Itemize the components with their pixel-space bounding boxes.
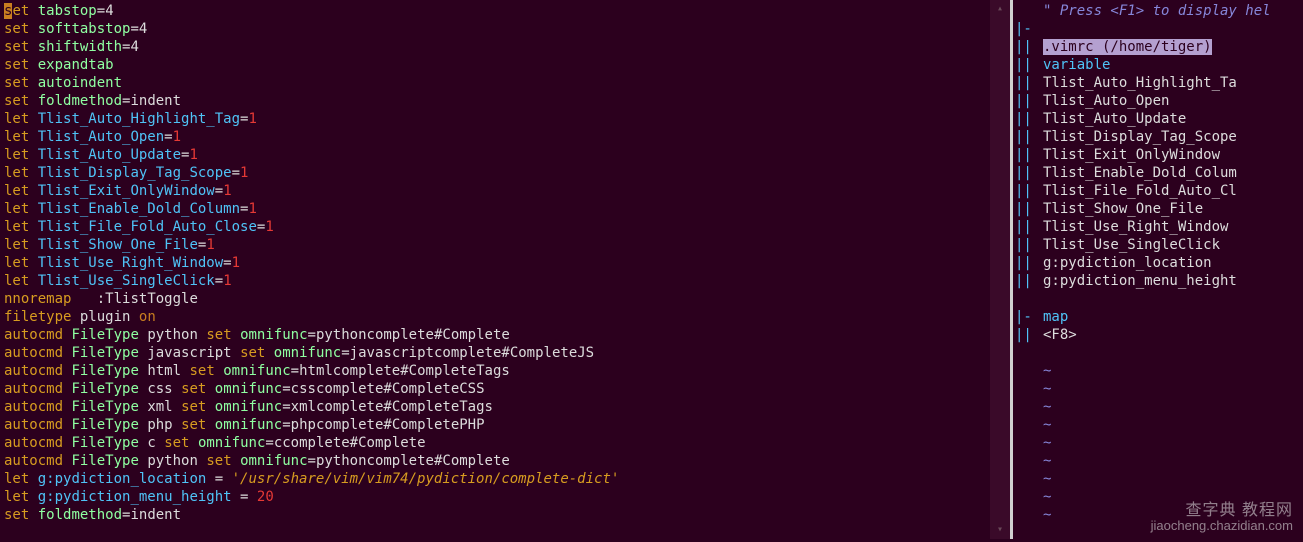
taglist-item[interactable]: Tlist_Exit_OnlyWindow <box>1041 146 1303 164</box>
code-line[interactable]: autocmd FileType html set omnifunc=htmlc… <box>0 362 990 380</box>
fold-marker[interactable]: || <box>1013 56 1041 74</box>
fold-marker[interactable] <box>1013 470 1041 488</box>
code-line[interactable]: autocmd FileType c set omnifunc=ccomplet… <box>0 434 990 452</box>
fold-marker[interactable] <box>1013 290 1041 308</box>
code-line[interactable]: let Tlist_Use_Right_Window=1 <box>0 254 990 272</box>
code-line[interactable]: set foldmethod=indent <box>0 506 990 524</box>
taglist-file-header[interactable]: .vimrc (/home/tiger) <box>1041 38 1303 56</box>
taglist-item[interactable]: Tlist_File_Fold_Auto_Cl <box>1041 182 1303 200</box>
fold-marker[interactable]: || <box>1013 326 1041 344</box>
fold-marker[interactable]: || <box>1013 236 1041 254</box>
code-line[interactable]: let Tlist_File_Fold_Auto_Close=1 <box>0 218 990 236</box>
taglist-item[interactable]: <F8> <box>1041 326 1303 344</box>
fold-marker[interactable] <box>1013 524 1041 542</box>
blank-line <box>1041 20 1303 38</box>
taglist-section-map[interactable]: map <box>1041 308 1303 326</box>
fold-marker[interactable]: || <box>1013 146 1041 164</box>
code-line[interactable]: let Tlist_Exit_OnlyWindow=1 <box>0 182 990 200</box>
fold-marker[interactable] <box>1013 380 1041 398</box>
fold-marker[interactable]: || <box>1013 164 1041 182</box>
fold-marker[interactable]: |- <box>1013 20 1041 38</box>
fold-marker[interactable]: || <box>1013 110 1041 128</box>
taglist-item[interactable]: Tlist_Show_One_File <box>1041 200 1303 218</box>
taglist-fold-column[interactable]: |-|||||||||||||||||||||||||||||-|| <box>1013 0 1041 539</box>
code-line[interactable]: nnoremap :TlistToggle <box>0 290 990 308</box>
blank-line <box>1041 344 1303 362</box>
fold-marker[interactable] <box>1013 434 1041 452</box>
editor-scrollbar[interactable]: ▴ ▾ <box>990 0 1010 539</box>
empty-line-tilde: ~ <box>1041 362 1303 380</box>
taglist-item[interactable]: g:pydiction_location <box>1041 254 1303 272</box>
fold-marker[interactable] <box>1013 488 1041 506</box>
taglist-item[interactable]: Tlist_Use_SingleClick <box>1041 236 1303 254</box>
empty-line-tilde: ~ <box>1041 434 1303 452</box>
fold-marker[interactable]: |- <box>1013 308 1041 326</box>
fold-marker[interactable]: || <box>1013 74 1041 92</box>
code-line[interactable]: autocmd FileType javascript set omnifunc… <box>0 344 990 362</box>
fold-marker[interactable] <box>1013 452 1041 470</box>
code-line[interactable]: autocmd FileType python set omnifunc=pyt… <box>0 452 990 470</box>
fold-marker[interactable]: || <box>1013 38 1041 56</box>
editor-pane[interactable]: set tabstop=4set softtabstop=4set shiftw… <box>0 0 990 539</box>
taglist-item[interactable]: Tlist_Auto_Update <box>1041 110 1303 128</box>
code-line[interactable]: let g:pydiction_menu_height = 20 <box>0 488 990 506</box>
taglist-help-comment: " Press <F1> to display hel <box>1041 2 1303 20</box>
fold-marker[interactable]: || <box>1013 218 1041 236</box>
code-line[interactable]: set autoindent <box>0 74 990 92</box>
code-line[interactable]: autocmd FileType python set omnifunc=pyt… <box>0 326 990 344</box>
blank-line <box>1041 290 1303 308</box>
code-line[interactable]: let Tlist_Enable_Dold_Column=1 <box>0 200 990 218</box>
code-line[interactable]: set shiftwidth=4 <box>0 38 990 56</box>
code-line[interactable]: let Tlist_Auto_Highlight_Tag=1 <box>0 110 990 128</box>
fold-marker[interactable]: || <box>1013 272 1041 290</box>
taglist-item[interactable]: Tlist_Use_Right_Window <box>1041 218 1303 236</box>
code-line[interactable]: let Tlist_Use_SingleClick=1 <box>0 272 990 290</box>
empty-line-tilde: ~ <box>1041 398 1303 416</box>
fold-marker[interactable]: || <box>1013 200 1041 218</box>
taglist-item[interactable]: Tlist_Display_Tag_Scope <box>1041 128 1303 146</box>
fold-marker[interactable] <box>1013 416 1041 434</box>
fold-marker[interactable]: || <box>1013 128 1041 146</box>
empty-line-tilde: ~ <box>1041 470 1303 488</box>
code-line[interactable]: set foldmethod=indent <box>0 92 990 110</box>
taglist-item[interactable]: Tlist_Auto_Open <box>1041 92 1303 110</box>
fold-marker[interactable] <box>1013 2 1041 20</box>
fold-marker[interactable] <box>1013 344 1041 362</box>
fold-marker[interactable] <box>1013 398 1041 416</box>
fold-marker[interactable]: || <box>1013 92 1041 110</box>
code-line[interactable]: let Tlist_Display_Tag_Scope=1 <box>0 164 990 182</box>
taglist-item[interactable]: g:pydiction_menu_height <box>1041 272 1303 290</box>
taglist-item[interactable]: Tlist_Auto_Highlight_Ta <box>1041 74 1303 92</box>
fold-marker[interactable]: || <box>1013 254 1041 272</box>
code-line[interactable]: let Tlist_Show_One_File=1 <box>0 236 990 254</box>
fold-marker[interactable] <box>1013 362 1041 380</box>
taglist-item[interactable]: Tlist_Enable_Dold_Colum <box>1041 164 1303 182</box>
empty-line-tilde: ~ <box>1041 416 1303 434</box>
code-line[interactable]: autocmd FileType css set omnifunc=csscom… <box>0 380 990 398</box>
code-line[interactable]: let g:pydiction_location = '/usr/share/v… <box>0 470 990 488</box>
taglist-section-variable[interactable]: variable <box>1041 56 1303 74</box>
code-line[interactable]: set expandtab <box>0 56 990 74</box>
empty-line-tilde: ~ <box>1041 506 1303 524</box>
code-line[interactable]: autocmd FileType php set omnifunc=phpcom… <box>0 416 990 434</box>
code-line[interactable]: filetype plugin on <box>0 308 990 326</box>
fold-marker[interactable]: || <box>1013 182 1041 200</box>
taglist-pane[interactable]: " Press <F1> to display hel .vimrc (/home… <box>1041 0 1303 539</box>
code-line[interactable]: autocmd FileType xml set omnifunc=xmlcom… <box>0 398 990 416</box>
empty-line-tilde: ~ <box>1041 488 1303 506</box>
empty-line-tilde: ~ <box>1041 452 1303 470</box>
code-line[interactable]: let Tlist_Auto_Update=1 <box>0 146 990 164</box>
code-line[interactable]: let Tlist_Auto_Open=1 <box>0 128 990 146</box>
fold-marker[interactable] <box>1013 506 1041 524</box>
code-line[interactable]: set softtabstop=4 <box>0 20 990 38</box>
empty-line-tilde: ~ <box>1041 380 1303 398</box>
code-line[interactable]: set tabstop=4 <box>0 2 990 20</box>
